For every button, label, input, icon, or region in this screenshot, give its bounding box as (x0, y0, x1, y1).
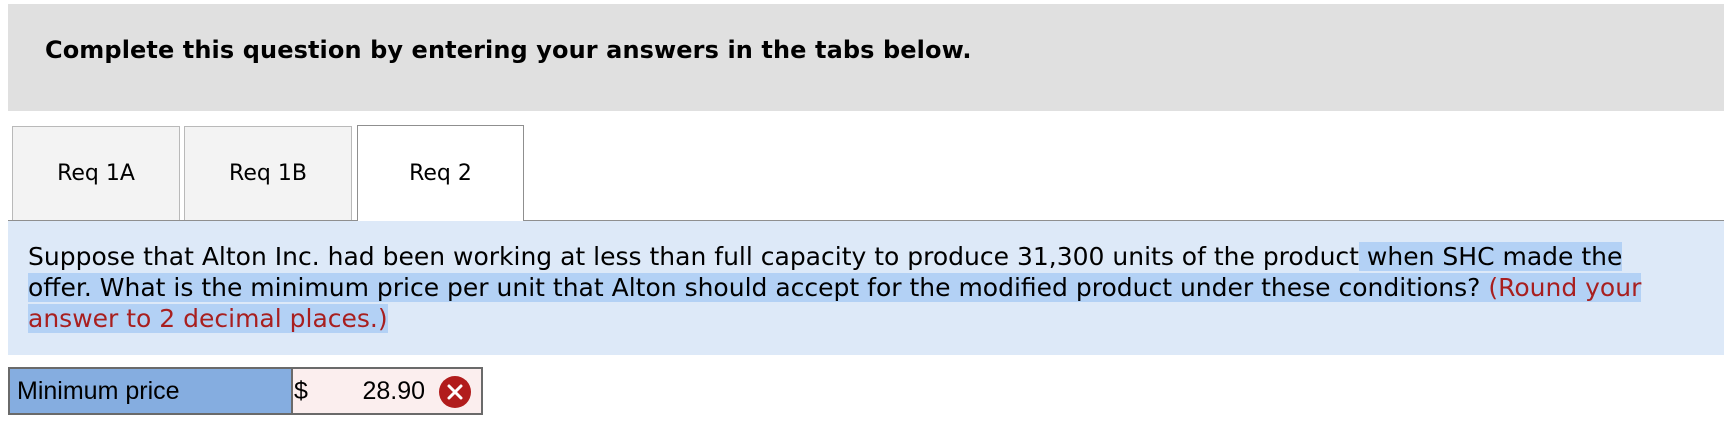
tab-req-2[interactable]: Req 2 (357, 125, 524, 221)
answer-row: Minimum price $ (8, 367, 483, 415)
tab-req-1b[interactable]: Req 1B (184, 126, 352, 220)
close-circle-icon (439, 376, 471, 408)
currency-symbol: $ (294, 377, 308, 405)
minimum-price-label: Minimum price (8, 367, 292, 415)
question-text: Suppose that Alton Inc. had been working… (28, 241, 1688, 334)
header-title: Complete this question by entering your … (45, 36, 972, 64)
instruction-header: Complete this question by entering your … (8, 4, 1724, 111)
tab-req-1a[interactable]: Req 1A (12, 126, 180, 220)
minimum-price-input[interactable] (317, 373, 425, 409)
minimum-price-cell[interactable]: $ (292, 367, 483, 415)
question-panel: Suppose that Alton Inc. had been working… (8, 221, 1724, 355)
question-text-part1: Suppose that Alton Inc. had been working… (28, 242, 1359, 271)
